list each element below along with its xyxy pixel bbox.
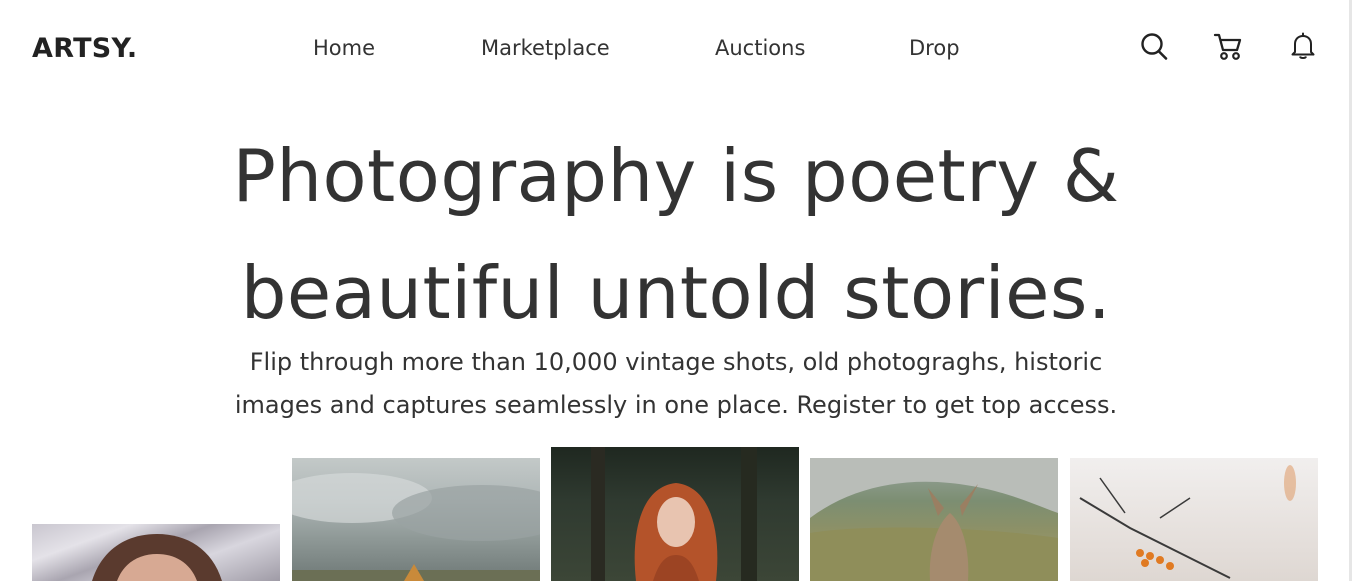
nav-auctions[interactable]: Auctions (715, 36, 805, 60)
hero-subtitle-line-1: Flip through more than 10,000 vintage sh… (249, 348, 1103, 376)
nav-home[interactable]: Home (313, 36, 375, 60)
cart-icon[interactable] (1213, 30, 1243, 62)
photo-kangaroo[interactable] (810, 458, 1058, 581)
hero-subtitle: Flip through more than 10,000 vintage sh… (0, 341, 1352, 427)
hero-title-line-1: Photography is poetry & (232, 134, 1120, 218)
nav-drop[interactable]: Drop (909, 36, 960, 60)
bell-icon[interactable] (1288, 30, 1318, 62)
photo-berry-branch[interactable] (1070, 458, 1318, 581)
photo-girl-on-foil[interactable] (32, 524, 280, 581)
hero-subtitle-line-2: images and captures seamlessly in one pl… (234, 391, 1118, 419)
hero-title-line-2: beautiful untold stories. (240, 251, 1112, 335)
nav-marketplace[interactable]: Marketplace (481, 36, 610, 60)
page: ARTSY. Home Marketplace Auctions Drop Ph… (0, 0, 1352, 581)
photo-cloudy-landscape[interactable] (292, 458, 540, 581)
search-icon[interactable] (1139, 30, 1169, 62)
hero-title: Photography is poetry & beautiful untold… (0, 118, 1352, 352)
photo-red-haired-girl[interactable] (551, 447, 799, 581)
